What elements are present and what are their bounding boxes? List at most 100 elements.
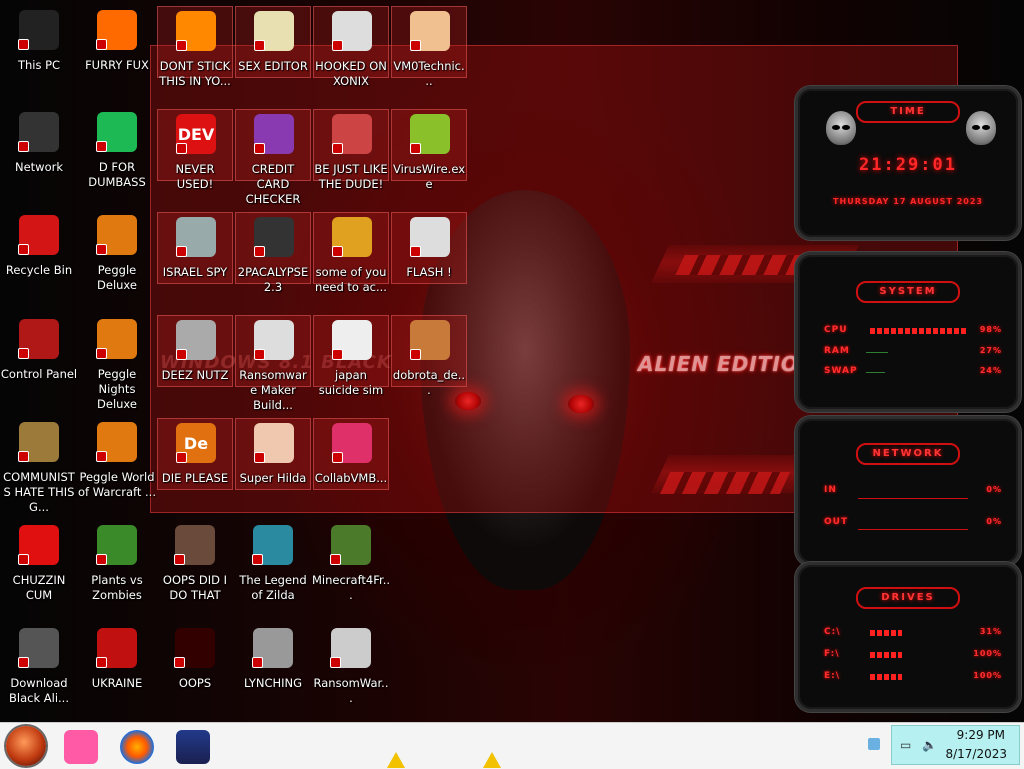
desktop-icon[interactable]: Peggle Deluxe bbox=[78, 211, 156, 311]
desktop-icon[interactable]: RansomWar... bbox=[312, 624, 390, 724]
desktop-icon[interactable]: Peggle Nights Deluxe bbox=[78, 315, 156, 415]
desktop-icon-label: Minecraft4Fr... bbox=[312, 573, 390, 602]
start-button[interactable] bbox=[6, 726, 46, 766]
date-display: THURSDAY 17 AUGUST 2023 bbox=[833, 197, 983, 206]
desktop-icon[interactable]: Super Hilda bbox=[235, 418, 311, 490]
desktop-icon-label: Ransomware Maker Build... bbox=[239, 368, 307, 412]
desktop-icon[interactable]: japan suicide sim bbox=[313, 315, 389, 397]
shortcut-arrow-icon bbox=[176, 40, 187, 51]
shortcut-arrow-icon bbox=[332, 143, 343, 154]
ram-value: 27% bbox=[979, 346, 1002, 355]
desktop-icon[interactable]: CollabVMB... bbox=[313, 418, 389, 490]
desktop-icon[interactable]: DEEZ NUTZ bbox=[157, 315, 233, 387]
desktop-icon[interactable]: COMMUNISTS HATE THIS G... bbox=[0, 418, 78, 518]
desktop-icon[interactable]: FURRY FUX bbox=[78, 6, 156, 106]
desktop-icon[interactable]: Ransomware Maker Build... bbox=[235, 315, 311, 412]
desktop-icon[interactable]: Network bbox=[0, 108, 78, 208]
shortcut-arrow-icon bbox=[254, 452, 265, 463]
desktop-icon-label: Control Panel bbox=[0, 367, 78, 381]
desktop-icon[interactable]: Download Black Ali... bbox=[0, 624, 78, 724]
shortcut-arrow-icon bbox=[254, 246, 265, 257]
desktop-icon-label: RansomWar... bbox=[313, 676, 389, 705]
desktop-icon[interactable]: LYNCHING bbox=[234, 624, 312, 724]
tray-chevron-icon[interactable] bbox=[868, 738, 880, 750]
desktop-icon-label: CHUZZIN CUM bbox=[12, 573, 66, 602]
shortcut-arrow-icon bbox=[96, 348, 107, 359]
desktop-icon[interactable]: FLASH ! bbox=[391, 212, 467, 284]
desktop-icon[interactable]: SEX EDITOR bbox=[235, 6, 311, 78]
desktop-icon[interactable]: Control Panel bbox=[0, 315, 78, 415]
shortcut-arrow-icon bbox=[18, 244, 29, 255]
file-cabinet-icon[interactable] bbox=[176, 730, 210, 764]
desktop-icon[interactable]: DONT STICK THIS IN YO... bbox=[157, 6, 233, 88]
desktop-icon-label: Plants vs Zombies bbox=[91, 573, 143, 602]
taskbar-clock-date[interactable]: 8/17/2023 bbox=[945, 747, 1007, 761]
shortcut-arrow-icon bbox=[254, 349, 265, 360]
shortcut-arrow-icon bbox=[410, 40, 421, 51]
shortcut-arrow-icon bbox=[96, 554, 107, 565]
desktop-icon[interactable]: BE JUST LIKE THE DUDE! bbox=[313, 109, 389, 191]
cpu-row: CPU 98% bbox=[824, 325, 1002, 339]
desktop-icon[interactable]: The Legend of Zilda bbox=[234, 521, 312, 621]
desktop-icon[interactable]: CREDIT CARD CHECKER bbox=[235, 109, 311, 206]
shortcut-arrow-icon bbox=[18, 141, 29, 152]
shortcut-arrow-icon bbox=[18, 451, 29, 462]
drive-e-bar bbox=[870, 674, 902, 680]
shortcut-arrow-icon bbox=[96, 657, 107, 668]
ram-row: RAM 27% bbox=[824, 346, 1002, 360]
desktop-icon[interactable]: VirusWire.exe bbox=[391, 109, 467, 191]
notes-app-icon[interactable] bbox=[64, 730, 98, 764]
desktop-icon[interactable]: Minecraft4Fr... bbox=[312, 521, 390, 621]
drive-c-bar bbox=[870, 630, 903, 636]
system-gadget[interactable]: SYSTEM CPU 98% RAM 27% SWAP 24% bbox=[795, 252, 1021, 412]
desktop-icon-label: Network bbox=[14, 160, 64, 174]
desktop-icon[interactable]: DEV NEVER USED! bbox=[157, 109, 233, 191]
shortcut-arrow-icon bbox=[174, 554, 185, 565]
alien-head-icon bbox=[966, 111, 996, 145]
network-in-graph bbox=[858, 498, 968, 499]
gadget-title: TIME bbox=[856, 101, 960, 123]
desktop-icon[interactable]: dobrota_de... bbox=[391, 315, 467, 397]
time-gadget[interactable]: TIME 21:29:01 THURSDAY 17 AUGUST 2023 bbox=[795, 86, 1021, 240]
network-tray-icon[interactable]: ▭ bbox=[900, 738, 914, 752]
taskbar-clock-time[interactable]: 9:29 PM bbox=[957, 728, 1005, 742]
desktop-icon-label: Recycle Bin bbox=[5, 263, 73, 277]
desktop-icon[interactable]: Recycle Bin bbox=[0, 211, 78, 311]
desktop-icon[interactable]: Plants vs Zombies bbox=[78, 521, 156, 621]
desktop-icon-label: NEVER USED! bbox=[175, 162, 215, 191]
desktop-icon[interactable]: 2PACALYPSE 2.3 bbox=[235, 212, 311, 294]
desktop-icon[interactable]: ISRAEL SPY bbox=[157, 212, 233, 284]
volume-icon[interactable]: 🔈 bbox=[922, 738, 937, 752]
drive-c-label: C:\ bbox=[824, 627, 841, 637]
shortcut-arrow-icon bbox=[332, 246, 343, 257]
system-tray: ▭ 🔈 9:29 PM 8/17/2023 bbox=[891, 725, 1020, 765]
time-display: 21:29:01 bbox=[859, 155, 957, 175]
desktop-icon[interactable]: CHUZZIN CUM bbox=[0, 521, 78, 621]
desktop-icon[interactable]: De DIE PLEASE bbox=[157, 418, 233, 490]
warning-icon[interactable] bbox=[387, 752, 405, 768]
desktop-icon[interactable]: OOPS DID I DO THAT bbox=[156, 521, 234, 621]
desktop-icon-label: Download Black Ali... bbox=[9, 676, 69, 705]
shortcut-arrow-icon bbox=[18, 39, 29, 50]
shortcut-arrow-icon bbox=[96, 141, 107, 152]
warning-icon[interactable] bbox=[483, 752, 501, 768]
desktop-icon[interactable]: OOPS bbox=[156, 624, 234, 724]
desktop-icon-label: ISRAEL SPY bbox=[162, 265, 228, 279]
desktop-icon-label: Peggle Nights Deluxe bbox=[97, 367, 137, 411]
gadget-title: NETWORK bbox=[856, 443, 960, 465]
shortcut-arrow-icon bbox=[96, 244, 107, 255]
shortcut-arrow-icon bbox=[252, 657, 263, 668]
desktop-icon[interactable]: Peggle World of Warcraft ... bbox=[78, 418, 156, 518]
desktop-icon[interactable]: This PC bbox=[0, 6, 78, 106]
swap-row: SWAP 24% bbox=[824, 366, 1002, 380]
alien-head-icon bbox=[826, 111, 856, 145]
desktop-icon[interactable]: HOOKED ON XONIX bbox=[313, 6, 389, 88]
firefox-taskbar-icon[interactable] bbox=[120, 730, 154, 764]
network-gadget[interactable]: NETWORK IN 0% OUT 0% bbox=[795, 416, 1021, 566]
drives-gadget[interactable]: DRIVES C:\ 31% F:\ 100% E:\ 100% bbox=[795, 562, 1021, 712]
desktop-icon[interactable]: UKRAINE bbox=[78, 624, 156, 724]
desktop-icon[interactable]: D FOR DUMBASS bbox=[78, 108, 156, 208]
desktop-icon[interactable]: VM0Technic... bbox=[391, 6, 467, 88]
desktop-icon[interactable]: some of you need to ac... bbox=[313, 212, 389, 294]
desktop-icon-label: some of you need to ac... bbox=[315, 265, 387, 294]
